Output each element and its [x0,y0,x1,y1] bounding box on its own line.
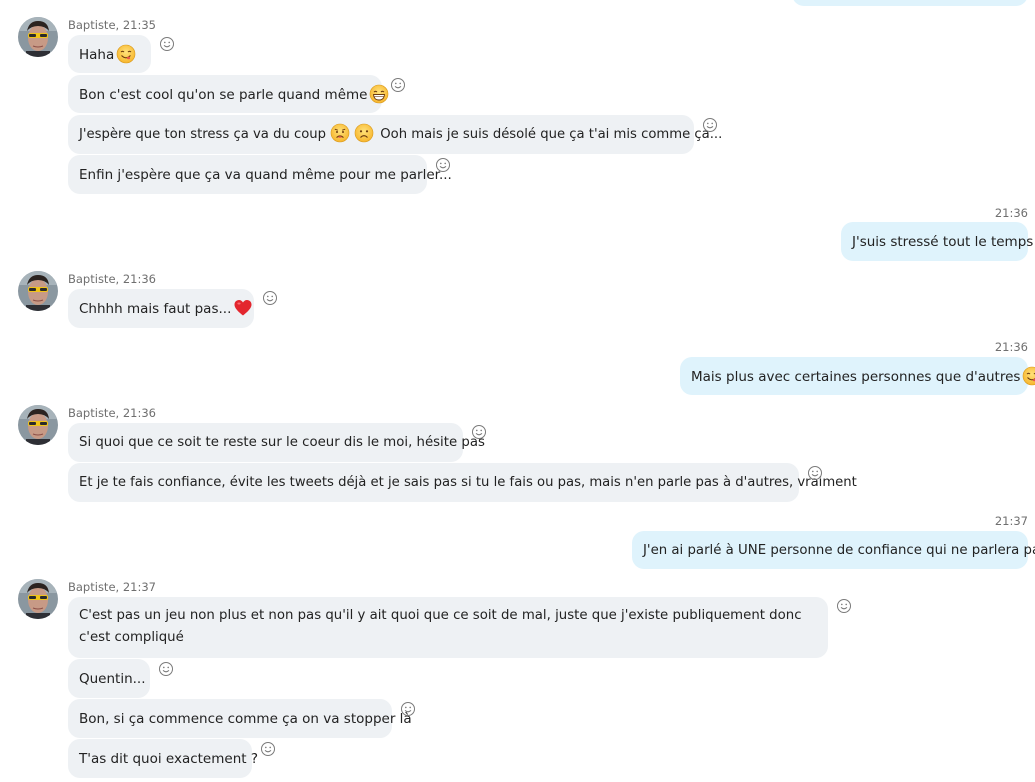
previous-outgoing-message [792,0,1028,6]
avatar[interactable] [18,17,58,57]
message-bubble[interactable]: Enfin j'espère que ça va quand même pour… [68,155,452,194]
avatar[interactable] [18,271,58,311]
sender-name-timestamp: Baptiste, 21:36 [68,272,156,286]
avatar-image [18,405,58,445]
message-text: J'suis stressé tout le temps [852,234,1034,250]
message-text: Bon c'est cool qu'on se parle quand même [79,87,368,103]
message-bubble[interactable]: Bon, si ça commence comme ça on va stopp… [68,699,412,738]
outgoing-message-bubble[interactable]: J'suis stressé tout le temps [841,222,1033,261]
avatar[interactable] [18,405,58,445]
message-text: T'as dit quoi exactement ? [79,751,259,767]
avatar[interactable] [18,579,58,619]
yum-emoji-icon [1022,366,1035,386]
smiley-outline-icon[interactable] [158,661,174,677]
yum-emoji-icon [116,44,136,64]
outgoing-message-bubble[interactable]: Mais plus avec certaines personnes que d… [680,357,1028,395]
message-text: J'en ai parlé à UNE personne de confianc… [643,543,1035,558]
smiley-outline-icon[interactable] [471,424,487,440]
smiley-outline-icon[interactable] [807,465,823,481]
message-text: Chhhh mais faut pas... [79,301,232,317]
sender-name-timestamp: Baptiste, 21:35 [68,18,156,32]
message-bubble[interactable]: Chhhh mais faut pas... [68,289,254,328]
message-text: C'est pas un jeu non plus et non pas qu'… [79,608,802,645]
sad-emoji-icon [354,123,374,143]
message-bubble[interactable]: Quentin... [68,659,150,698]
message-text: J'espère que ton stress ça va du coup [79,127,327,142]
message-timestamp: 21:36 [994,206,1028,220]
message-text: Bon, si ça commence comme ça on va stopp… [79,711,412,727]
sender-name-timestamp: Baptiste, 21:37 [68,580,156,594]
message-text: Quentin... [79,671,146,687]
message-bubble[interactable]: C'est pas un jeu non plus et non pas qu'… [68,597,828,658]
message-bubble[interactable]: Bon c'est cool qu'on se parle quand même [68,75,382,113]
message-bubble[interactable]: T'as dit quoi exactement ? [68,739,258,778]
frown-emoji-icon [330,123,350,143]
avatar-image [18,579,58,619]
message-text: Enfin j'espère que ça va quand même pour… [79,167,452,183]
sender-name-timestamp: Baptiste, 21:36 [68,406,156,420]
heart-emoji-icon [233,298,253,318]
outgoing-message-bubble[interactable]: J'en ai parlé à UNE personne de confianc… [632,531,1035,569]
smiley-outline-icon[interactable] [702,117,718,133]
smiley-outline-icon[interactable] [836,598,852,614]
smiley-outline-icon[interactable] [260,741,276,757]
avatar-image [18,271,58,311]
smiley-outline-icon[interactable] [390,77,406,93]
avatar-image [18,17,58,57]
message-text: Et je te fais confiance, évite les tweet… [79,475,857,490]
message-text: Haha [79,47,115,63]
message-text: Si quoi que ce soit te reste sur le coeu… [79,435,485,450]
message-bubble[interactable]: Et je te fais confiance, évite les tweet… [68,463,857,502]
message-bubble[interactable]: Haha [68,35,151,73]
smiley-outline-icon[interactable] [262,290,278,306]
message-timestamp: 21:37 [994,514,1028,528]
smiley-outline-icon[interactable] [435,157,451,173]
smiley-outline-icon[interactable] [159,36,175,52]
message-text: Mais plus avec certaines personnes que d… [691,369,1021,385]
smiley-outline-icon[interactable] [400,701,416,717]
message-bubble[interactable]: Si quoi que ce soit te reste sur le coeu… [68,423,485,462]
message-text: Ooh mais je suis désolé que ça t'ai mis … [380,127,723,142]
message-bubble[interactable]: J'espère que ton stress ça va du coup Oo… [68,115,722,154]
grin-emoji-icon [369,84,389,104]
message-timestamp: 21:36 [994,340,1028,354]
